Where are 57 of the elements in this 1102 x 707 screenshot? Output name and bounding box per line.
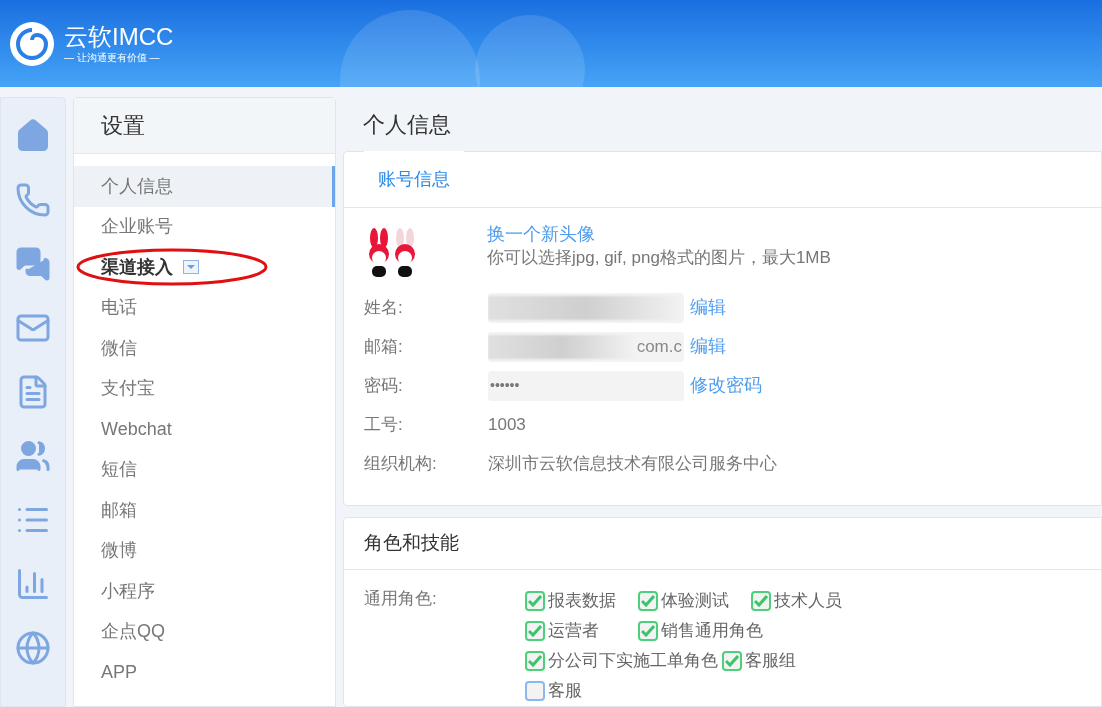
roles-title: 角色和技能 <box>364 531 459 556</box>
field-label: 工号: <box>364 414 404 437</box>
field-action-link[interactable]: 编辑 <box>690 333 726 361</box>
settings-item[interactable]: 微信 <box>74 328 335 369</box>
users-icon[interactable] <box>15 438 51 474</box>
role-label: 销售通用角色 <box>661 620 763 643</box>
phone-icon[interactable] <box>15 182 51 218</box>
dropdown-icon[interactable] <box>183 260 199 275</box>
settings-item[interactable]: APP <box>74 652 335 693</box>
role-label: 体验测试 <box>661 590 729 613</box>
field-action-link[interactable]: 修改密码 <box>690 372 762 400</box>
password-field[interactable]: •••••• <box>488 370 684 401</box>
role-checkbox[interactable] <box>722 651 742 671</box>
globe-icon[interactable] <box>15 630 51 666</box>
avatar-hint: 你可以选择jpg, gif, png格式的图片，最大1MB <box>487 247 831 270</box>
brand-tagline: — 让沟通更有价值 — <box>64 50 161 65</box>
field-value: com.c <box>636 336 683 359</box>
settings-item[interactable]: 支付宝 <box>74 368 335 409</box>
brand-name: 云软IMCC <box>64 22 174 51</box>
role-label: 分公司下实施工单角色 <box>548 650 718 673</box>
home-icon[interactable] <box>15 118 51 154</box>
settings-item[interactable]: 企业账号 <box>74 206 335 247</box>
settings-item[interactable]: 微博 <box>74 530 335 571</box>
role-label: 运营者 <box>548 620 599 643</box>
role-label: 客服 <box>548 680 582 703</box>
field-value: 1003 <box>488 414 526 437</box>
page-title: 个人信息 <box>363 110 451 139</box>
chat-icon[interactable] <box>15 246 51 282</box>
settings-item[interactable]: Webchat <box>74 409 335 450</box>
settings-item[interactable]: 邮箱 <box>74 490 335 531</box>
bar-chart-icon[interactable] <box>15 566 51 602</box>
role-checkbox[interactable] <box>525 651 545 671</box>
role-checkbox[interactable] <box>638 591 658 611</box>
field-value: 深圳市云软信息技术有限公司服务中心 <box>488 453 777 476</box>
change-avatar-link[interactable]: 换一个新头像 <box>487 222 831 247</box>
role-checkbox[interactable] <box>525 591 545 611</box>
settings-item[interactable]: 短信 <box>74 449 335 490</box>
field-label: 邮箱: <box>364 336 404 359</box>
settings-item[interactable]: 企点QQ <box>74 611 335 652</box>
role-label: 客服组 <box>745 650 796 673</box>
field-label: 密码: <box>364 375 404 398</box>
settings-title: 设置 <box>101 112 145 140</box>
role-label: 技术人员 <box>774 590 842 613</box>
field-label: 组织机构: <box>364 453 438 476</box>
role-label: 报表数据 <box>548 590 616 613</box>
role-checkbox[interactable] <box>525 681 545 701</box>
role-checkbox[interactable] <box>525 621 545 641</box>
logo-icon <box>8 19 56 68</box>
settings-item[interactable]: 个人信息 <box>74 166 335 207</box>
settings-item[interactable]: 渠道接入 <box>74 247 335 288</box>
role-checkbox[interactable] <box>638 621 658 641</box>
roles-label: 通用角色: <box>364 588 438 610</box>
field-label: 姓名: <box>364 297 404 320</box>
settings-item[interactable]: 电话 <box>74 287 335 328</box>
role-checkbox[interactable] <box>751 591 771 611</box>
field-action-link[interactable]: 编辑 <box>690 294 726 322</box>
settings-item[interactable]: 小程序 <box>74 571 335 612</box>
